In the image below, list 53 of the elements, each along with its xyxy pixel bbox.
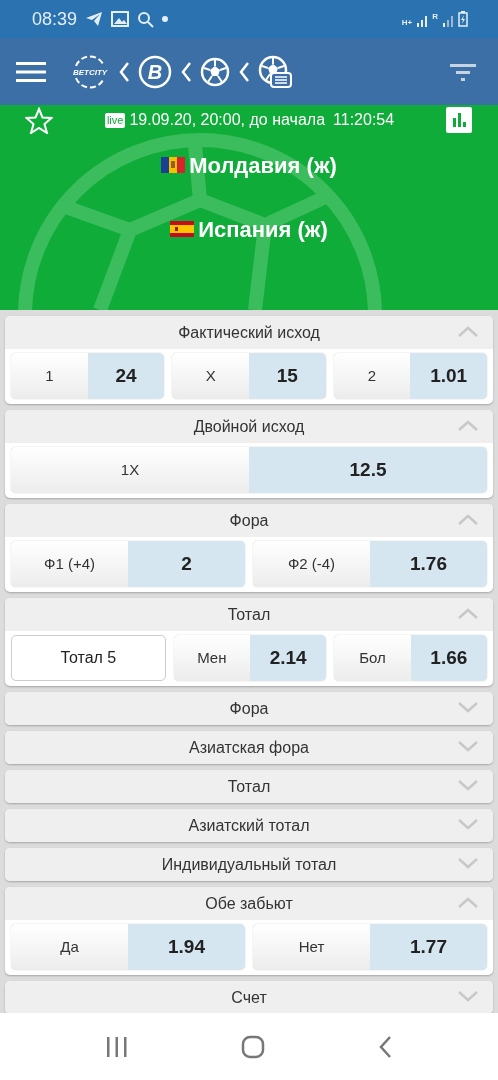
football-list-icon[interactable] bbox=[258, 54, 292, 89]
football-icon[interactable] bbox=[200, 56, 230, 87]
signal-icon bbox=[442, 15, 454, 27]
market-header[interactable]: Азиатская фора bbox=[5, 731, 493, 764]
market-header[interactable]: Счет bbox=[5, 981, 493, 1013]
clock: 08:39 bbox=[32, 7, 78, 31]
menu-icon[interactable] bbox=[16, 60, 46, 83]
bet-button[interactable]: X 15 bbox=[172, 353, 326, 399]
market-header[interactable]: Фактический исход bbox=[5, 316, 493, 349]
team-name: Молдавия (ж) bbox=[189, 151, 337, 180]
market-header[interactable]: Двойной исход bbox=[5, 410, 493, 443]
bet-button[interactable]: Ф2 (-4) 1.76 bbox=[253, 541, 487, 587]
market-header[interactable]: Фора bbox=[5, 692, 493, 725]
favorite-star-icon[interactable] bbox=[25, 106, 53, 134]
sport-logo[interactable]: B bbox=[138, 54, 172, 89]
market-header[interactable]: Азиатский тотал bbox=[5, 809, 493, 842]
market-header[interactable]: Фора bbox=[5, 504, 493, 537]
notification-dot-icon bbox=[162, 16, 169, 22]
bet-button[interactable]: Нет 1.77 bbox=[253, 924, 487, 970]
bet-button[interactable]: Да 1.94 bbox=[11, 924, 245, 970]
chevron-left-icon bbox=[180, 60, 192, 83]
statistics-icon[interactable] bbox=[446, 107, 472, 133]
network-type-label: H+ bbox=[401, 19, 413, 27]
moldova-flag-icon bbox=[161, 157, 186, 173]
bet-button[interactable]: 2 1.01 bbox=[333, 353, 487, 399]
team-name: Испания (ж) bbox=[198, 215, 328, 244]
signal-icon bbox=[416, 15, 429, 27]
image-icon bbox=[111, 11, 130, 27]
home-icon[interactable] bbox=[241, 1034, 265, 1059]
match-datetime: 19.09.20, 20:00, до начала bbox=[129, 110, 326, 130]
bet-button[interactable]: 1 24 bbox=[11, 353, 165, 399]
total-line-label: Тотал 5 bbox=[11, 635, 166, 681]
chevron-left-icon bbox=[238, 60, 250, 83]
send-icon bbox=[85, 11, 104, 27]
chevron-left-icon bbox=[118, 60, 130, 83]
back-icon[interactable] bbox=[377, 1034, 392, 1059]
logo[interactable]: BETCITY bbox=[70, 54, 110, 89]
recent-apps-icon[interactable] bbox=[106, 1035, 129, 1058]
market-header[interactable]: Тотал bbox=[5, 770, 493, 803]
live-badge: live bbox=[104, 112, 126, 128]
bet-button[interactable]: Бол 1.66 bbox=[334, 635, 487, 681]
countdown: 11:20:54 bbox=[333, 110, 395, 130]
spain-flag-icon bbox=[170, 221, 195, 237]
roaming-label: R bbox=[432, 13, 438, 21]
bet-button[interactable]: 1X 12.5 bbox=[11, 447, 487, 493]
filter-icon[interactable] bbox=[450, 62, 476, 81]
bet-button[interactable]: Мен 2.14 bbox=[173, 635, 327, 681]
bet-button[interactable]: Ф1 (+4) 2 bbox=[11, 541, 245, 587]
search-icon bbox=[137, 10, 155, 28]
market-header[interactable]: Тотал bbox=[5, 598, 493, 631]
market-header[interactable]: Индивидуальный тотал bbox=[5, 848, 493, 881]
market-header[interactable]: Обе забьют bbox=[5, 887, 493, 920]
battery-charging-icon bbox=[458, 11, 468, 27]
